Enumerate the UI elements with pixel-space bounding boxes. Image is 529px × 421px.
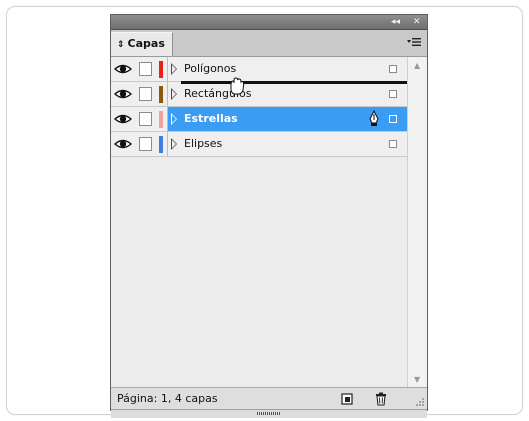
scroll-down-icon[interactable]: ▼ <box>414 375 420 384</box>
tab-label: Capas <box>127 37 165 50</box>
layer-row-elipses[interactable]: Elipses <box>111 132 407 157</box>
layers-list[interactable]: Polígonos Rectángulos Estrellas Elipses <box>111 57 407 387</box>
collapse-icon[interactable]: ◂◂ <box>391 15 400 29</box>
tab-chevron-icon: ⇕ <box>117 40 125 50</box>
scroll-up-icon[interactable]: ▲ <box>414 61 420 70</box>
eye-icon[interactable] <box>114 86 132 102</box>
eye-icon[interactable] <box>114 61 132 77</box>
panel-menu-icon[interactable] <box>407 37 421 49</box>
layer-row-estrellas[interactable]: Estrellas <box>111 107 407 132</box>
layer-target-box[interactable] <box>389 140 397 148</box>
close-icon[interactable]: ✕ <box>413 15 421 29</box>
layers-panel: ◂◂ ✕ ⇕ Capas Polígonos Rectángulos Estre… <box>110 14 428 418</box>
lock-toggle[interactable] <box>139 112 152 126</box>
layer-color-swatch <box>159 86 163 103</box>
layer-color-swatch <box>159 61 163 78</box>
grab-hand-cursor-icon <box>230 77 245 95</box>
lock-toggle[interactable] <box>139 87 152 101</box>
resize-grip-icon[interactable] <box>415 397 425 407</box>
layer-name[interactable]: Elipses <box>184 137 222 151</box>
panel-titlebar[interactable]: ◂◂ ✕ <box>111 15 427 30</box>
status-text: Página: 1, 4 capas <box>117 392 218 405</box>
vertical-scrollbar[interactable]: ▲ ▼ <box>407 57 427 387</box>
expand-triangle-icon[interactable] <box>171 113 177 125</box>
drag-insertion-line <box>181 81 407 84</box>
lock-toggle[interactable] <box>139 62 152 76</box>
eye-icon[interactable] <box>114 136 132 152</box>
grip-dots <box>257 412 281 415</box>
panel-bottom-resize-handle[interactable] <box>111 409 427 418</box>
tab-row: ⇕ Capas <box>111 30 427 57</box>
pen-nib-icon <box>369 110 379 126</box>
new-layer-icon[interactable] <box>340 392 354 406</box>
layer-target-box[interactable] <box>389 65 397 73</box>
trash-icon[interactable] <box>374 392 388 406</box>
layer-name[interactable]: Polígonos <box>184 62 236 76</box>
eye-icon[interactable] <box>114 111 132 127</box>
layer-target-box[interactable] <box>389 115 397 123</box>
expand-triangle-icon[interactable] <box>171 63 177 75</box>
tab-capas[interactable]: ⇕ Capas <box>111 32 173 56</box>
expand-triangle-icon[interactable] <box>171 88 177 100</box>
layer-name[interactable]: Estrellas <box>184 112 238 126</box>
layer-target-box[interactable] <box>389 90 397 98</box>
layer-row-poligonos[interactable]: Polígonos <box>111 57 407 82</box>
layer-color-swatch <box>159 111 163 128</box>
lock-toggle[interactable] <box>139 137 152 151</box>
layer-row-rectangulos[interactable]: Rectángulos <box>111 82 407 107</box>
expand-triangle-icon[interactable] <box>171 138 177 150</box>
layer-color-swatch <box>159 136 163 153</box>
status-bar: Página: 1, 4 capas <box>111 387 427 409</box>
